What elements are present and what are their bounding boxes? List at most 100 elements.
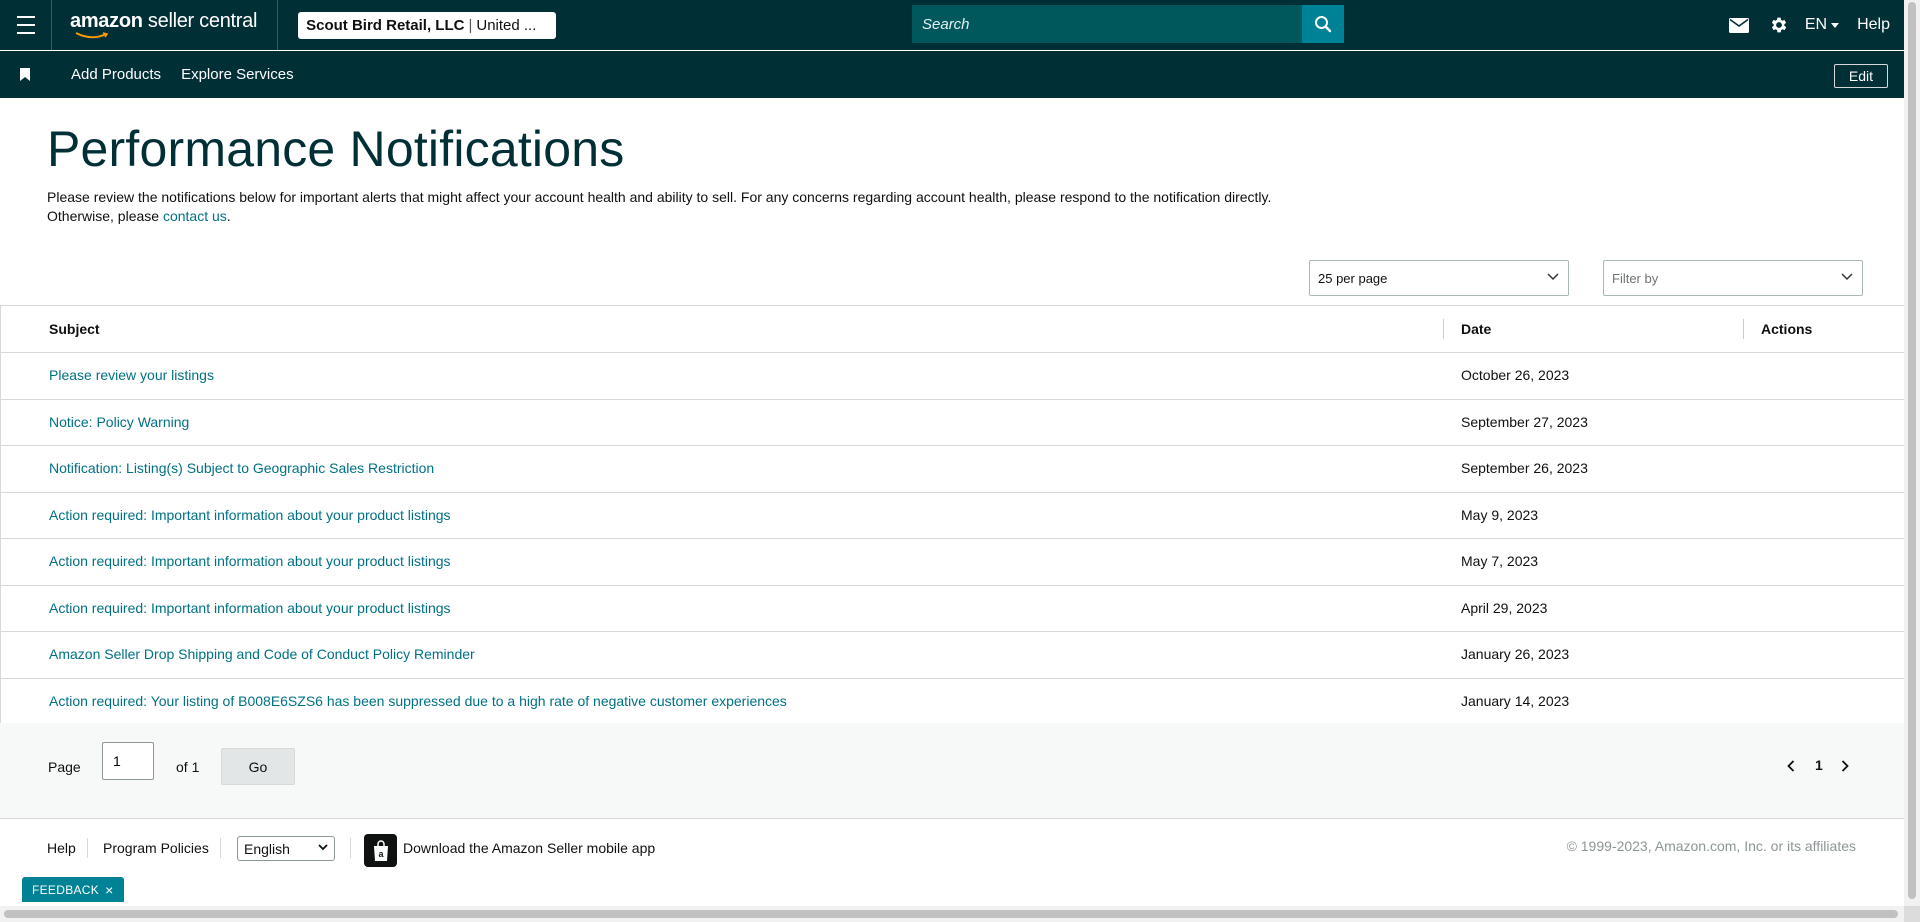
filter-by-select[interactable]: Filter by: [1603, 260, 1863, 296]
intro-end: .: [226, 208, 231, 224]
chevron-down-icon: [1841, 273, 1853, 281]
table-row: Amazon Seller Drop Shipping and Code of …: [0, 632, 1904, 679]
notification-subject-link[interactable]: Please review your listings: [49, 367, 214, 383]
notification-subject-link[interactable]: Notification: Listing(s) Subject to Geog…: [49, 460, 434, 476]
messages-button[interactable]: [1719, 0, 1759, 50]
edit-bookmarks-button[interactable]: Edit: [1833, 64, 1888, 88]
bookmark-explore-services[interactable]: Explore Services: [181, 66, 294, 83]
vertical-scrollbar-thumb[interactable]: [1908, 2, 1916, 899]
seller-central-logo[interactable]: amazon seller central: [52, 0, 279, 50]
column-resize-handle[interactable]: [1743, 319, 1744, 339]
horizontal-scrollbar[interactable]: [0, 906, 1904, 922]
table-row: Action required: Important information a…: [0, 493, 1904, 539]
column-header-date[interactable]: Date: [1461, 321, 1491, 337]
notification-date: April 29, 2023: [1461, 599, 1548, 616]
footer-divider: [220, 838, 221, 858]
help-link[interactable]: Help: [1853, 16, 1890, 34]
page-title: Performance Notifications: [47, 121, 625, 177]
table-row: Notification: Listing(s) Subject to Geog…: [0, 446, 1904, 493]
footer-program-policies-link[interactable]: Program Policies: [103, 840, 209, 856]
column-resize-handle[interactable]: [1443, 319, 1444, 339]
notification-date: May 7, 2023: [1461, 553, 1539, 569]
top-right-controls: EN Help: [1719, 0, 1890, 50]
scrollbar-corner: [1904, 906, 1920, 922]
mail-icon: [1728, 17, 1749, 33]
chevron-left-icon: [1787, 760, 1795, 772]
per-page-value: 25 per page: [1318, 270, 1388, 286]
notification-date: January 14, 2023: [1461, 692, 1570, 709]
next-page-button[interactable]: [1841, 759, 1849, 775]
column-header-actions: Actions: [1761, 321, 1813, 337]
go-button[interactable]: Go: [221, 748, 295, 785]
previous-page-button[interactable]: [1787, 759, 1795, 775]
notification-date: September 26, 2023: [1461, 460, 1588, 476]
settings-button[interactable]: [1759, 0, 1799, 50]
chevron-down-icon: [1547, 273, 1559, 281]
footer-divider: [350, 838, 351, 858]
account-switcher[interactable]: Scout Bird Retail, LLC | United ...: [298, 11, 557, 39]
notification-subject-link[interactable]: Action required: Important information a…: [49, 600, 451, 616]
table-row: Action required: Important information a…: [0, 539, 1904, 586]
footer-divider: [87, 838, 88, 858]
table-row: Notice: Policy Warning September 27, 2023: [0, 400, 1904, 446]
pagination-bar: Page of 1 Go 1: [0, 723, 1904, 819]
page-number-current[interactable]: 1: [1815, 757, 1823, 773]
table-row: Action required: Your listing of B008E6S…: [0, 679, 1904, 725]
account-separator: |: [468, 16, 473, 34]
notification-subject-link[interactable]: Action required: Important information a…: [49, 507, 451, 523]
search-button[interactable]: [1302, 5, 1344, 43]
gear-icon: [1771, 17, 1787, 33]
search-input[interactable]: [912, 5, 1302, 43]
page-footer: Help Program Policies English a Download…: [0, 820, 1904, 902]
notification-date: January 26, 2023: [1461, 646, 1570, 662]
per-page-select[interactable]: 25 per page: [1309, 260, 1569, 296]
bookmark-button[interactable]: [0, 68, 50, 81]
contact-us-link[interactable]: contact us: [163, 208, 227, 224]
notification-subject-link[interactable]: Notice: Policy Warning: [49, 414, 189, 430]
copyright-text: © 1999-2023, Amazon.com, Inc. or its aff…: [1566, 838, 1856, 854]
shopping-bag-icon: a: [373, 839, 388, 861]
top-navigation-bar: amazon seller central Scout Bird Retail,…: [0, 0, 1904, 50]
notification-subject-link[interactable]: Action required: Your listing of B008E6S…: [49, 693, 787, 709]
footer-help-link[interactable]: Help: [47, 840, 76, 856]
page-intro: Please review the notifications below fo…: [47, 188, 1287, 226]
table-row: Please review your listings October 26, 2…: [0, 353, 1904, 400]
horizontal-scrollbar-thumb[interactable]: [4, 910, 1898, 918]
column-header-subject[interactable]: Subject: [49, 321, 100, 337]
table-row: Action required: Important information a…: [0, 586, 1904, 632]
notification-date: September 27, 2023: [1461, 413, 1588, 430]
download-app-link[interactable]: Download the Amazon Seller mobile app: [403, 840, 655, 856]
filter-by-placeholder: Filter by: [1612, 270, 1659, 286]
bookmark-bar: Add Products Explore Services Edit: [0, 51, 1904, 98]
bookmark-icon: [20, 68, 30, 81]
page-number-input[interactable]: [102, 742, 154, 780]
notification-subject-link[interactable]: Action required: Important information a…: [49, 553, 451, 569]
language-selector[interactable]: EN: [1799, 16, 1853, 34]
account-name: Scout Bird Retail, LLC: [306, 16, 465, 34]
notification-date: May 9, 2023: [1461, 506, 1539, 523]
notifications-table: Subject Date Actions Please review your …: [0, 305, 1904, 725]
page-total-label: of 1: [176, 759, 200, 775]
notification-date: October 26, 2023: [1461, 367, 1570, 383]
language-label: EN: [1804, 16, 1828, 33]
logo-main-text: amazon: [70, 10, 143, 32]
notification-subject-link[interactable]: Amazon Seller Drop Shipping and Code of …: [49, 646, 475, 662]
menu-button[interactable]: [0, 0, 52, 50]
table-header: Subject Date Actions: [0, 306, 1904, 353]
account-marketplace: United ...: [476, 16, 537, 34]
vertical-scrollbar[interactable]: [1904, 0, 1920, 906]
logo-sub-text: seller central: [142, 10, 258, 32]
seller-app-icon[interactable]: a: [364, 834, 397, 867]
bookmark-add-products[interactable]: Add Products: [71, 66, 161, 83]
menu-icon: [16, 13, 35, 37]
amazon-smile-icon: [75, 32, 109, 39]
footer-language-select[interactable]: English: [237, 836, 335, 861]
feedback-button[interactable]: FEEDBACK ×: [22, 877, 124, 902]
feedback-label: FEEDBACK: [32, 882, 100, 897]
close-icon[interactable]: ×: [105, 882, 113, 898]
search-bar: [912, 5, 1344, 43]
page-label: Page: [48, 759, 81, 775]
chevron-down-icon: [318, 844, 328, 851]
caret-down-icon: [1831, 22, 1840, 28]
chevron-right-icon: [1841, 760, 1849, 772]
